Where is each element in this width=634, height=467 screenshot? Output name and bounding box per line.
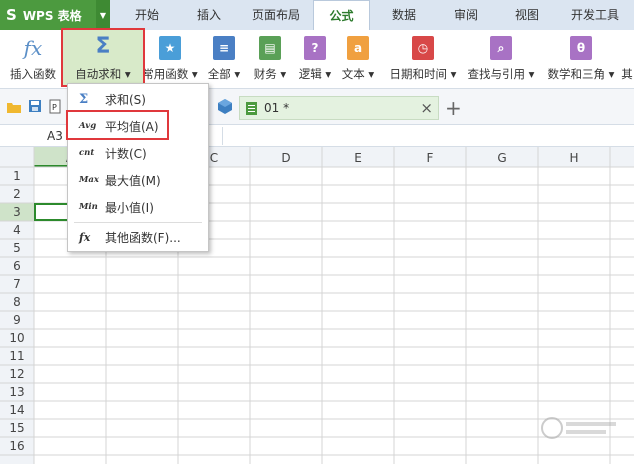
math-trig-button[interactable]: θ 数学和三角 ▾	[543, 30, 619, 88]
spreadsheet-file-icon	[246, 102, 257, 115]
menu-item-max[interactable]: Max 最大值(M)	[69, 168, 207, 192]
more-functions-button[interactable]: 其	[620, 30, 634, 88]
fx-icon: fx	[79, 230, 91, 244]
common-functions-button[interactable]: ★ 常用函数 ▾	[140, 30, 200, 88]
text-button[interactable]: a 文本 ▾	[337, 30, 379, 88]
formula-divider	[222, 127, 223, 145]
logical-label: 逻辑 ▾	[298, 67, 332, 81]
autosum-dropdown-menu: Σ 求和(S) Avg 平均值(A) cnt 计数(C) Max 最大值(M) …	[67, 83, 209, 252]
search-icon: ⌕	[490, 36, 512, 60]
row-header-10: 10	[9, 331, 24, 345]
app-menu-dropdown-icon[interactable]: ▼	[96, 0, 110, 30]
row-header-3: 3	[13, 205, 21, 219]
sigma-icon: Σ	[79, 91, 89, 107]
tab-insert[interactable]: 插入	[180, 0, 238, 30]
menu-item-min-label: 最小值(I)	[105, 200, 154, 215]
tab-review[interactable]: 审阅	[437, 0, 495, 30]
menu-item-min[interactable]: Min 最小值(I)	[69, 195, 207, 219]
menubar: S WPS 表格 ▼ 开始 插入 页面布局 公式 数据 审阅 视图 开发工具	[0, 0, 634, 30]
fx-icon: fx	[23, 36, 43, 60]
insert-function-button[interactable]: fx 插入函数	[2, 30, 64, 88]
lookup-button[interactable]: ⌕ 查找与引用 ▾	[464, 30, 538, 88]
tab-page-layout[interactable]: 页面布局	[243, 0, 309, 30]
max-icon: Max	[79, 175, 99, 185]
menu-item-other-functions[interactable]: fx 其他函数(F)...	[69, 225, 207, 249]
document-tab-title: 01 *	[264, 101, 290, 115]
menu-item-max-label: 最大值(M)	[105, 173, 161, 188]
column-header-g: G	[497, 151, 506, 165]
row-header-4: 4	[13, 223, 21, 237]
star-icon: ★	[159, 36, 181, 60]
tab-home[interactable]: 开始	[118, 0, 176, 30]
svg-text:P: P	[52, 103, 57, 112]
math-trig-label: 数学和三角 ▾	[547, 67, 615, 81]
cube-icon[interactable]	[217, 98, 233, 115]
tab-developer[interactable]: 开发工具	[560, 0, 630, 30]
logical-button[interactable]: ? 逻辑 ▾	[294, 30, 336, 88]
row-header-14: 14	[9, 403, 24, 417]
column-header-c: C	[210, 151, 218, 165]
all-functions-label: 全部 ▾	[207, 67, 241, 81]
tab-data[interactable]: 数据	[375, 0, 433, 30]
watermark-logo-icon	[540, 413, 620, 443]
row-header-1: 1	[13, 169, 21, 183]
all-functions-button[interactable]: ≡ 全部 ▾	[204, 30, 244, 88]
new-tab-icon[interactable]: +	[445, 96, 462, 120]
app-menu-button[interactable]: S WPS 表格	[0, 0, 96, 30]
tab-formulas[interactable]: 公式	[313, 0, 370, 30]
menu-item-count-label: 计数(C)	[105, 146, 147, 161]
row-header-13: 13	[9, 385, 24, 399]
theta-icon: θ	[570, 36, 592, 60]
text-icon: a	[347, 36, 369, 60]
menu-item-other-functions-label: 其他函数(F)...	[105, 230, 181, 245]
average-highlight-box	[66, 110, 169, 140]
menu-item-sum-label: 求和(S)	[105, 92, 146, 107]
row-header-11: 11	[9, 349, 24, 363]
app-title: WPS 表格	[22, 8, 82, 23]
common-functions-label: 常用函数 ▾	[142, 67, 198, 81]
more-functions-label: 其	[621, 67, 633, 81]
row-header-16: 16	[9, 439, 24, 453]
ledger-icon: ▤	[259, 36, 281, 60]
datetime-label: 日期和时间 ▾	[389, 67, 457, 81]
financial-button[interactable]: ▤ 财务 ▾	[249, 30, 291, 88]
column-header-f: F	[427, 151, 434, 165]
clock-icon: ◷	[412, 36, 434, 60]
document-tab[interactable]: 01 * ×	[239, 96, 439, 120]
row-header-12: 12	[9, 367, 24, 381]
row-header-7: 7	[13, 277, 21, 291]
column-header-h: H	[569, 151, 578, 165]
row-header-5: 5	[13, 241, 21, 255]
min-icon: Min	[79, 202, 98, 212]
list-icon: ≡	[213, 36, 235, 60]
column-header-e: E	[354, 151, 362, 165]
autosum-label: 自动求和 ▾	[75, 67, 131, 81]
insert-function-label: 插入函数	[10, 67, 56, 81]
question-icon: ?	[304, 36, 326, 60]
autosum-button[interactable]: Σ 自动求和 ▾	[61, 28, 145, 87]
row-header-9: 9	[13, 313, 21, 327]
financial-label: 财务 ▾	[253, 67, 287, 81]
menu-item-count[interactable]: cnt 计数(C)	[69, 141, 207, 165]
print-preview-icon[interactable]: P	[48, 99, 62, 114]
row-header-6: 6	[13, 259, 21, 273]
row-header-8: 8	[13, 295, 21, 309]
sigma-icon: Σ	[95, 34, 111, 59]
row-header-2: 2	[13, 187, 21, 201]
datetime-button[interactable]: ◷ 日期和时间 ▾	[384, 30, 462, 88]
lookup-label: 查找与引用 ▾	[467, 67, 535, 81]
column-header-d: D	[281, 151, 290, 165]
name-box[interactable]: A3	[47, 129, 63, 143]
row-header-15: 15	[9, 421, 24, 435]
menu-separator	[74, 222, 202, 223]
cnt-icon: cnt	[79, 148, 95, 158]
open-folder-icon[interactable]	[6, 100, 22, 114]
text-label: 文本 ▾	[341, 67, 375, 81]
wps-logo-icon: S	[6, 6, 17, 24]
menu-item-sum[interactable]: Σ 求和(S)	[69, 87, 207, 111]
tab-view[interactable]: 视图	[498, 0, 556, 30]
save-icon[interactable]	[28, 99, 42, 113]
close-tab-icon[interactable]: ×	[420, 99, 433, 117]
